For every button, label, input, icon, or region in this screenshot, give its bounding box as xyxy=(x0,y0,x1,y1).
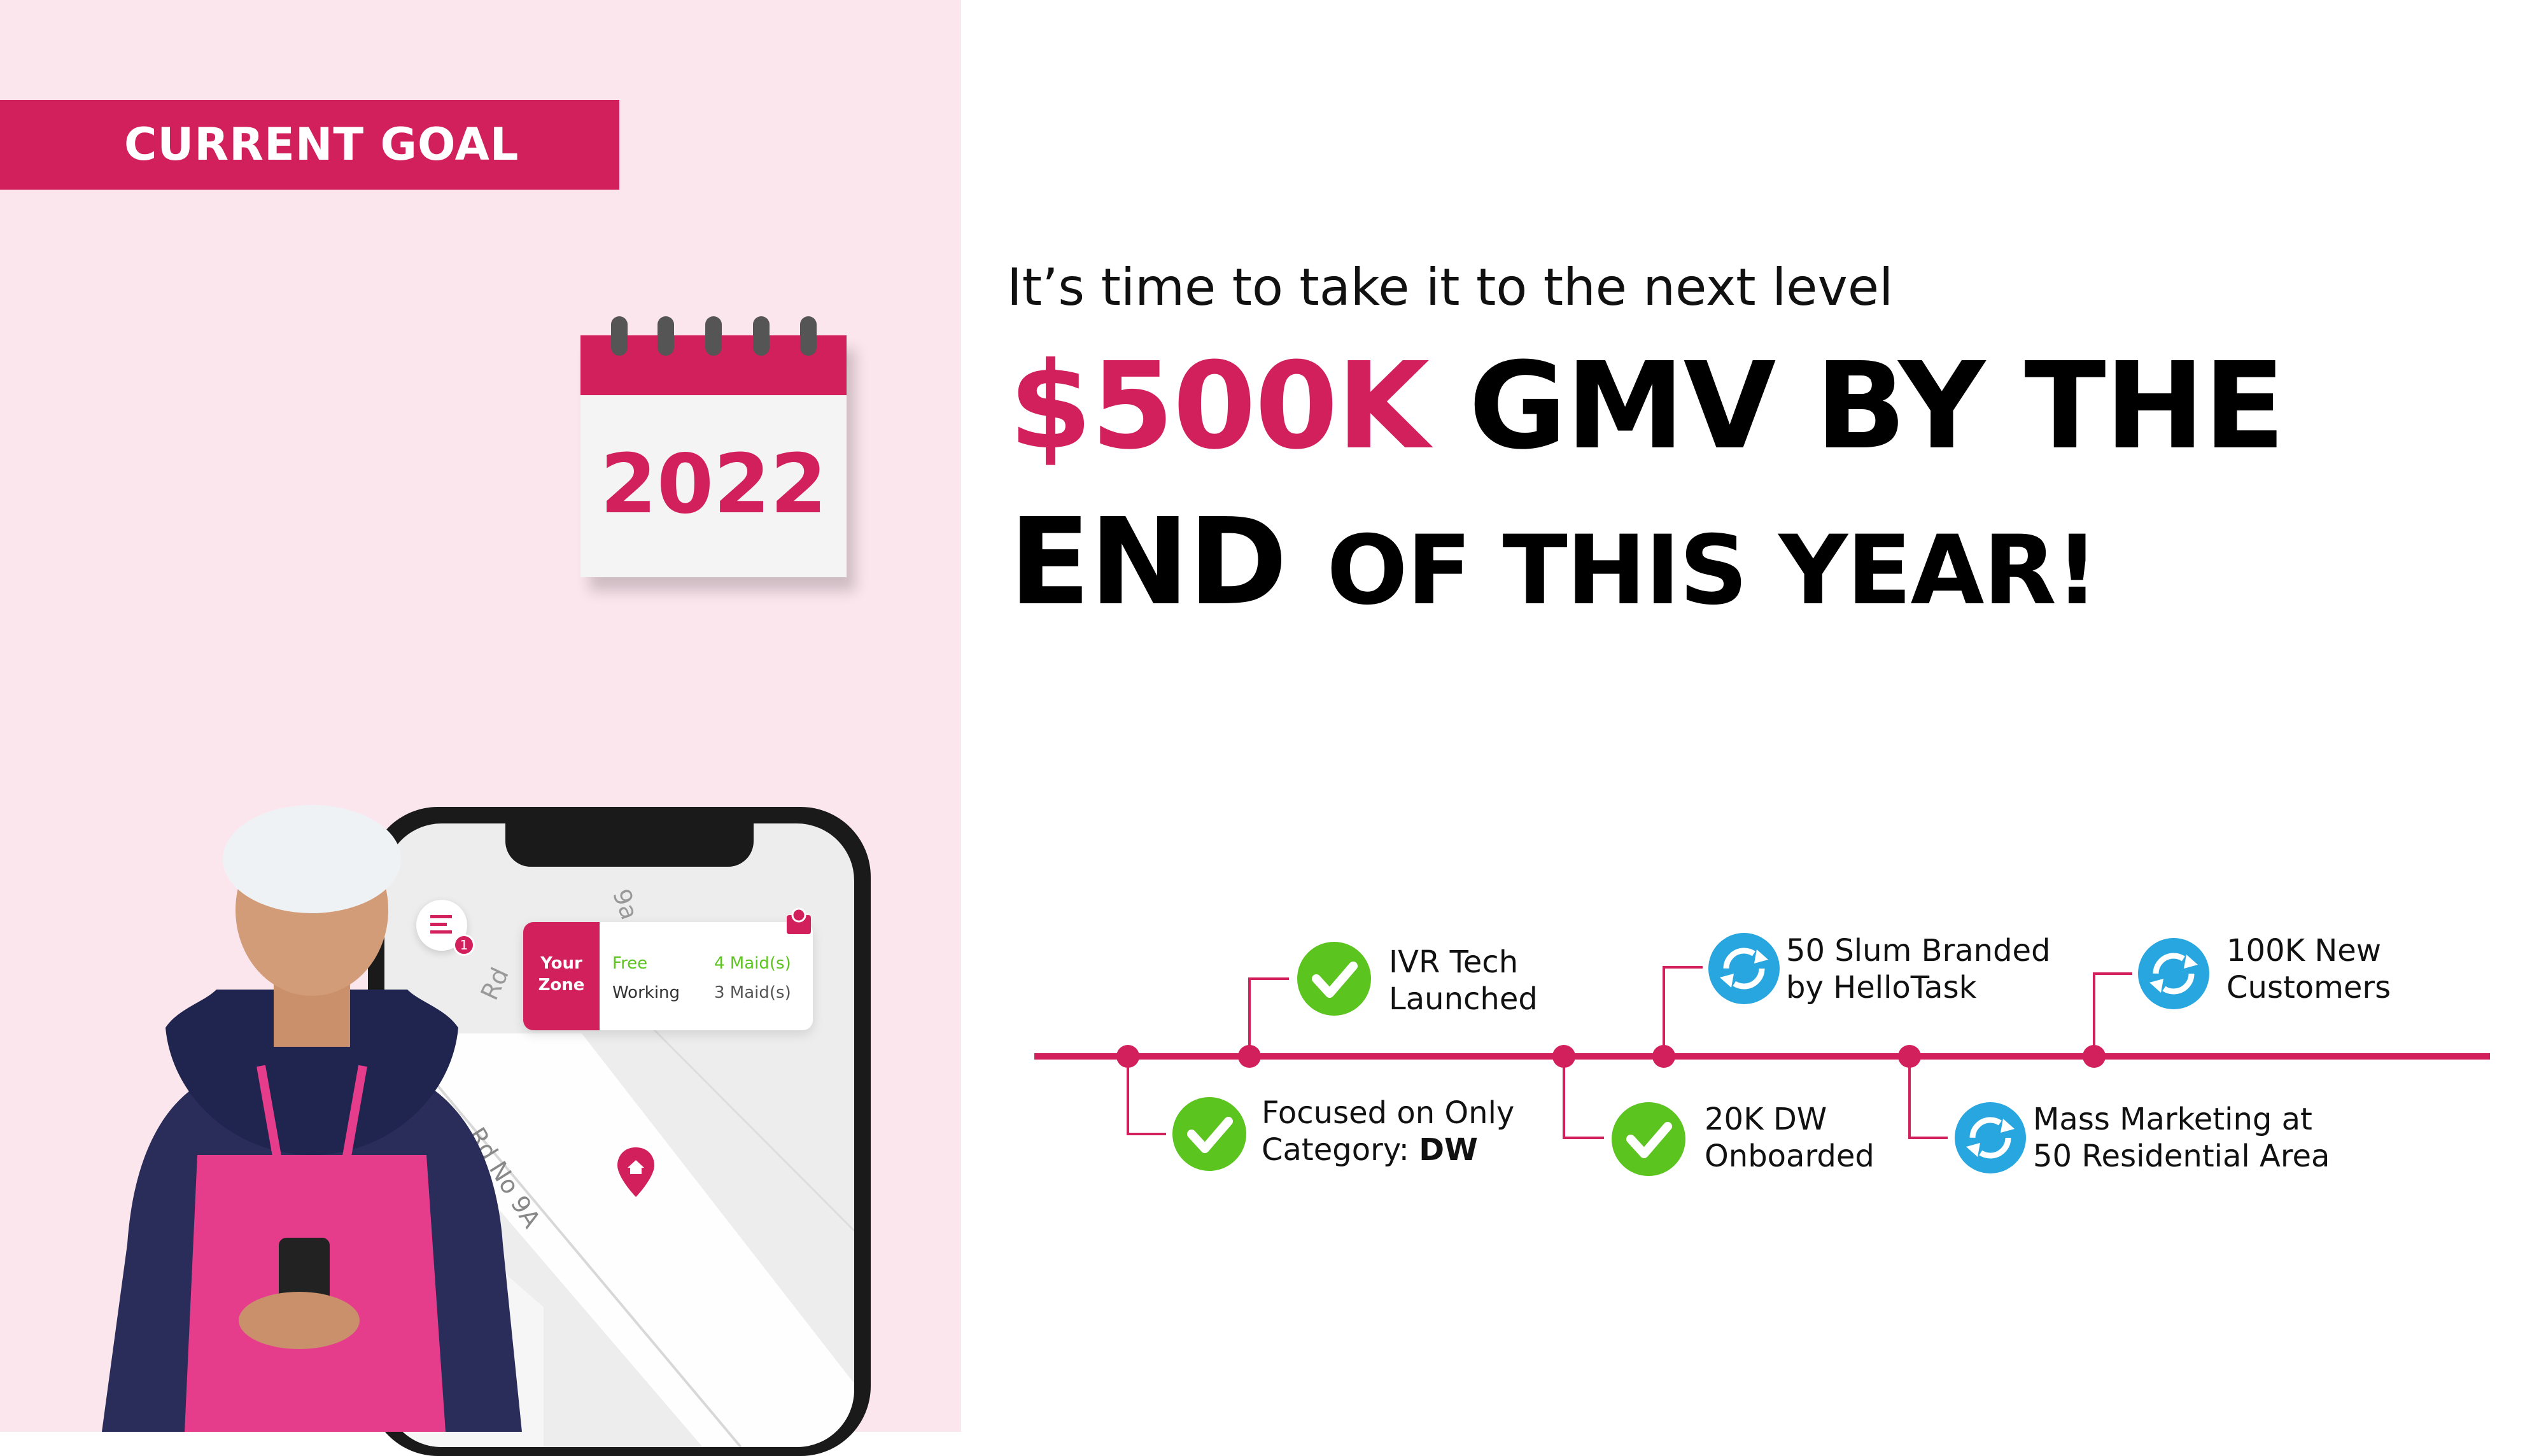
timeline-dot xyxy=(1116,1045,1139,1068)
timeline-dot xyxy=(1652,1045,1675,1068)
milestone-label-onboarded: 20K DW Onboarded xyxy=(1705,1101,1874,1175)
milestone-label-focused: Focused on Only Category: DW xyxy=(1262,1095,1514,1168)
check-icon xyxy=(1297,942,1371,1016)
milestone-timeline xyxy=(1034,933,2490,1176)
timeline-dot xyxy=(1552,1045,1575,1068)
milestone-line-1: 100K New xyxy=(2226,933,2382,969)
milestone-line-2: Category: DW xyxy=(1262,1131,1514,1168)
milestone-line-2: 50 Residential Area xyxy=(2033,1138,2330,1174)
timeline-dot xyxy=(1238,1045,1261,1068)
refresh-icon xyxy=(2138,938,2209,1009)
timeline-dot xyxy=(2083,1045,2106,1068)
milestone-label-customers: 100K New Customers xyxy=(2226,932,2391,1006)
milestone-line-2: Customers xyxy=(2226,970,2391,1005)
milestone-line-1: Mass Marketing at xyxy=(2033,1102,2312,1137)
milestone-label-mass-marketing: Mass Marketing at 50 Residential Area xyxy=(2033,1101,2330,1175)
milestone-line-1: 20K DW xyxy=(1705,1102,1827,1137)
milestone-line-1: Focused on Only xyxy=(1262,1095,1515,1131)
check-icon xyxy=(1612,1102,1685,1176)
refresh-icon xyxy=(1708,933,1780,1004)
refresh-icon xyxy=(1955,1102,2026,1173)
milestone-line-2: by HelloTask xyxy=(1786,970,1977,1005)
milestone-line-2-bold: DW xyxy=(1419,1132,1478,1168)
check-icon xyxy=(1172,1097,1246,1171)
milestone-line-1: 50 Slum Branded xyxy=(1786,933,2051,969)
milestone-line-2: Launched xyxy=(1389,981,1538,1017)
milestone-label-slum: 50 Slum Branded by HelloTask xyxy=(1786,932,2051,1006)
timeline-dot xyxy=(1898,1045,1921,1068)
milestone-label-ivr: IVR Tech Launched xyxy=(1389,944,1538,1018)
milestone-line-2: Onboarded xyxy=(1705,1138,1874,1174)
milestone-line-2-prefix: Category: xyxy=(1262,1132,1419,1168)
milestone-line-1: IVR Tech xyxy=(1389,944,1519,980)
